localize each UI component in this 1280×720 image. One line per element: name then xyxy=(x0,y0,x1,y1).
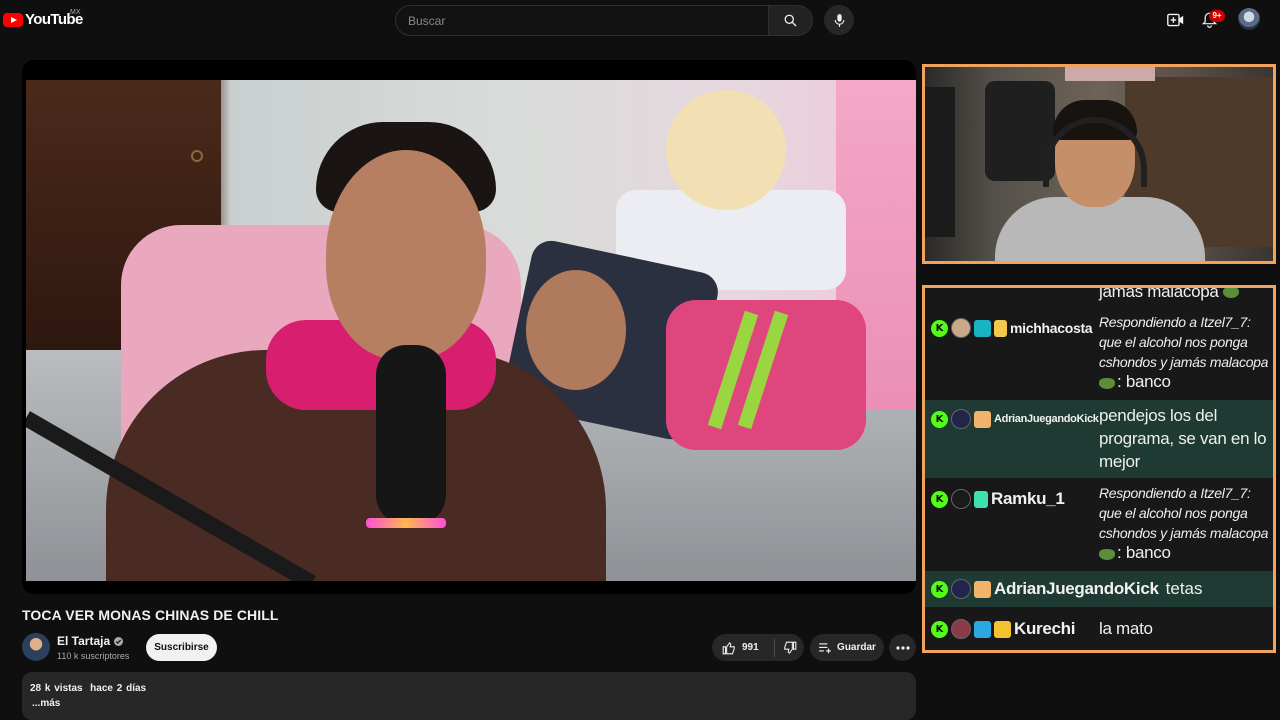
webcam-overlay xyxy=(922,64,1276,264)
notification-badge: 9+ xyxy=(1209,10,1225,22)
channel-name-row[interactable]: El Tartaja xyxy=(57,634,124,648)
chat-user-block: K Kurechi xyxy=(931,616,1076,642)
thumbs-up-icon xyxy=(722,641,735,654)
kick-badge-icon: K xyxy=(931,319,948,337)
like-button[interactable]: 991 xyxy=(712,634,774,661)
create-button[interactable] xyxy=(1165,10,1185,30)
playlist-add-icon xyxy=(819,642,831,653)
chat-username: Kurechi xyxy=(1014,619,1076,638)
user-avatar xyxy=(951,318,971,338)
user-avatar xyxy=(951,619,971,639)
chat-message: K Ramku_1 Respondiendo a Itzel7_7: que e… xyxy=(925,480,1273,568)
save-label: Guardar xyxy=(837,642,876,653)
create-icon xyxy=(1166,13,1183,27)
description-box[interactable]: 28 k vistas hace 2 días ...más xyxy=(22,672,916,720)
kick-badge-icon: K xyxy=(931,620,948,638)
chat-message-text: Respondiendo a Itzel7_7: que el alcohol … xyxy=(1099,312,1271,392)
chat-user-block: K Ramku_1 xyxy=(931,486,1065,512)
video-title: TOCA VER MONAS CHINAS DE CHILL xyxy=(22,607,279,623)
gift-badge-icon xyxy=(994,319,1007,337)
kick-badge-icon: K xyxy=(931,490,948,508)
search-bar xyxy=(395,5,813,36)
avatar[interactable] xyxy=(1238,8,1260,30)
chat-message-text: la mato xyxy=(1099,619,1153,638)
mic-icon xyxy=(834,13,844,27)
like-dislike-group: 991 xyxy=(712,634,804,661)
chat-fragment-text: jamás malacopa xyxy=(1099,285,1219,301)
description-stats: 28 k vistas hace 2 días xyxy=(30,683,146,694)
more-actions-button[interactable] xyxy=(889,634,916,661)
video-frame xyxy=(26,80,916,581)
channel-name[interactable]: El Tartaja xyxy=(57,634,110,648)
webcam-streamer-shirt xyxy=(995,197,1205,261)
chat-username: AdrianJuegandoKick xyxy=(994,579,1159,598)
chat-user-block: K michhacosta xyxy=(931,315,1093,341)
chat-reply-text: Respondiendo a Itzel7_7: que el alcohol … xyxy=(1099,485,1269,541)
chat-message-fragment: jamás malacopa xyxy=(1099,285,1241,302)
search-input[interactable] xyxy=(395,5,769,36)
scene-face xyxy=(326,150,486,360)
chat-reply-text-2: : banco xyxy=(1117,543,1171,562)
chat-username: michhacosta xyxy=(1010,320,1093,336)
youtube-logo-icon xyxy=(3,12,23,27)
chat-message-text: Respondiendo a Itzel7_7: que el alcohol … xyxy=(1099,483,1271,563)
sub-badge-icon xyxy=(974,410,991,428)
webcam-mic-arm xyxy=(925,87,955,237)
video-player[interactable] xyxy=(22,60,916,594)
kick-badge-icon: K xyxy=(931,410,948,428)
sub-badge-icon xyxy=(974,580,991,598)
user-avatar xyxy=(951,409,971,429)
webcam-frame-decor xyxy=(1065,67,1155,81)
scene-pillow-face xyxy=(526,270,626,390)
search-icon xyxy=(784,14,797,27)
chat-message: K AdrianJuegandoKick pendejos los del pr… xyxy=(925,400,1273,478)
chat-reply-text-2: : banco xyxy=(1117,372,1171,391)
scene-doll xyxy=(666,90,786,210)
chat-overlay: jamás malacopa K michhacosta Respondiend… xyxy=(922,285,1276,653)
gift-badge-icon xyxy=(974,490,988,508)
chat-message: K michhacosta Respondiendo a Itzel7_7: q… xyxy=(925,309,1273,397)
subscriber-count: 110 k suscriptores xyxy=(57,651,130,661)
hammer-badge-icon xyxy=(974,620,991,638)
og-badge-icon xyxy=(974,319,991,337)
top-bar: YouTube MX 9+ xyxy=(0,0,1280,40)
crown-badge-icon xyxy=(994,620,1011,638)
dislike-button[interactable] xyxy=(775,634,804,661)
chat-username: Ramku_1 xyxy=(991,489,1065,508)
scene-door-knob xyxy=(191,150,203,162)
chat-message: K AdrianJuegandoKick tetas xyxy=(925,571,1273,607)
chat-reply-text: Respondiendo a Itzel7_7: que el alcohol … xyxy=(1099,314,1269,370)
search-button[interactable] xyxy=(769,5,813,36)
chat-message-text: tetas xyxy=(1165,579,1203,598)
voice-search-button[interactable] xyxy=(824,5,854,35)
scene-microphone xyxy=(376,345,446,525)
user-avatar xyxy=(951,579,971,599)
kick-badge-icon: K xyxy=(931,580,948,598)
chat-username: AdrianJuegandoKick xyxy=(994,413,1099,425)
chat-user-block: K AdrianJuegandoKick tetas xyxy=(931,576,1203,602)
upload-date: hace 2 días xyxy=(90,683,147,694)
chat-message-text: pendejos los del programa, se van en lo … xyxy=(1099,406,1267,471)
view-count: 28 k vistas xyxy=(30,683,83,694)
pepe-emote-icon xyxy=(1223,288,1240,299)
youtube-logo[interactable]: YouTube MX xyxy=(3,9,83,28)
chat-message: K Kurechi la mato xyxy=(925,610,1273,648)
user-avatar xyxy=(951,489,971,509)
subscribe-button[interactable]: Suscribirse xyxy=(146,634,217,661)
logo-country-code: MX xyxy=(70,9,81,16)
verified-icon xyxy=(114,636,124,646)
more-horizontal-icon xyxy=(895,645,910,650)
like-count: 991 xyxy=(742,642,759,653)
thumbs-down-icon xyxy=(783,641,796,654)
pepe-emote-icon xyxy=(1099,377,1115,389)
scene-mic-light xyxy=(366,518,446,528)
pepe-emote-icon xyxy=(1099,548,1115,560)
show-more-link[interactable]: ...más xyxy=(32,698,60,709)
chat-user-block: K AdrianJuegandoKick xyxy=(931,406,1099,432)
channel-avatar[interactable] xyxy=(22,633,50,661)
save-button[interactable]: Guardar xyxy=(810,634,884,661)
